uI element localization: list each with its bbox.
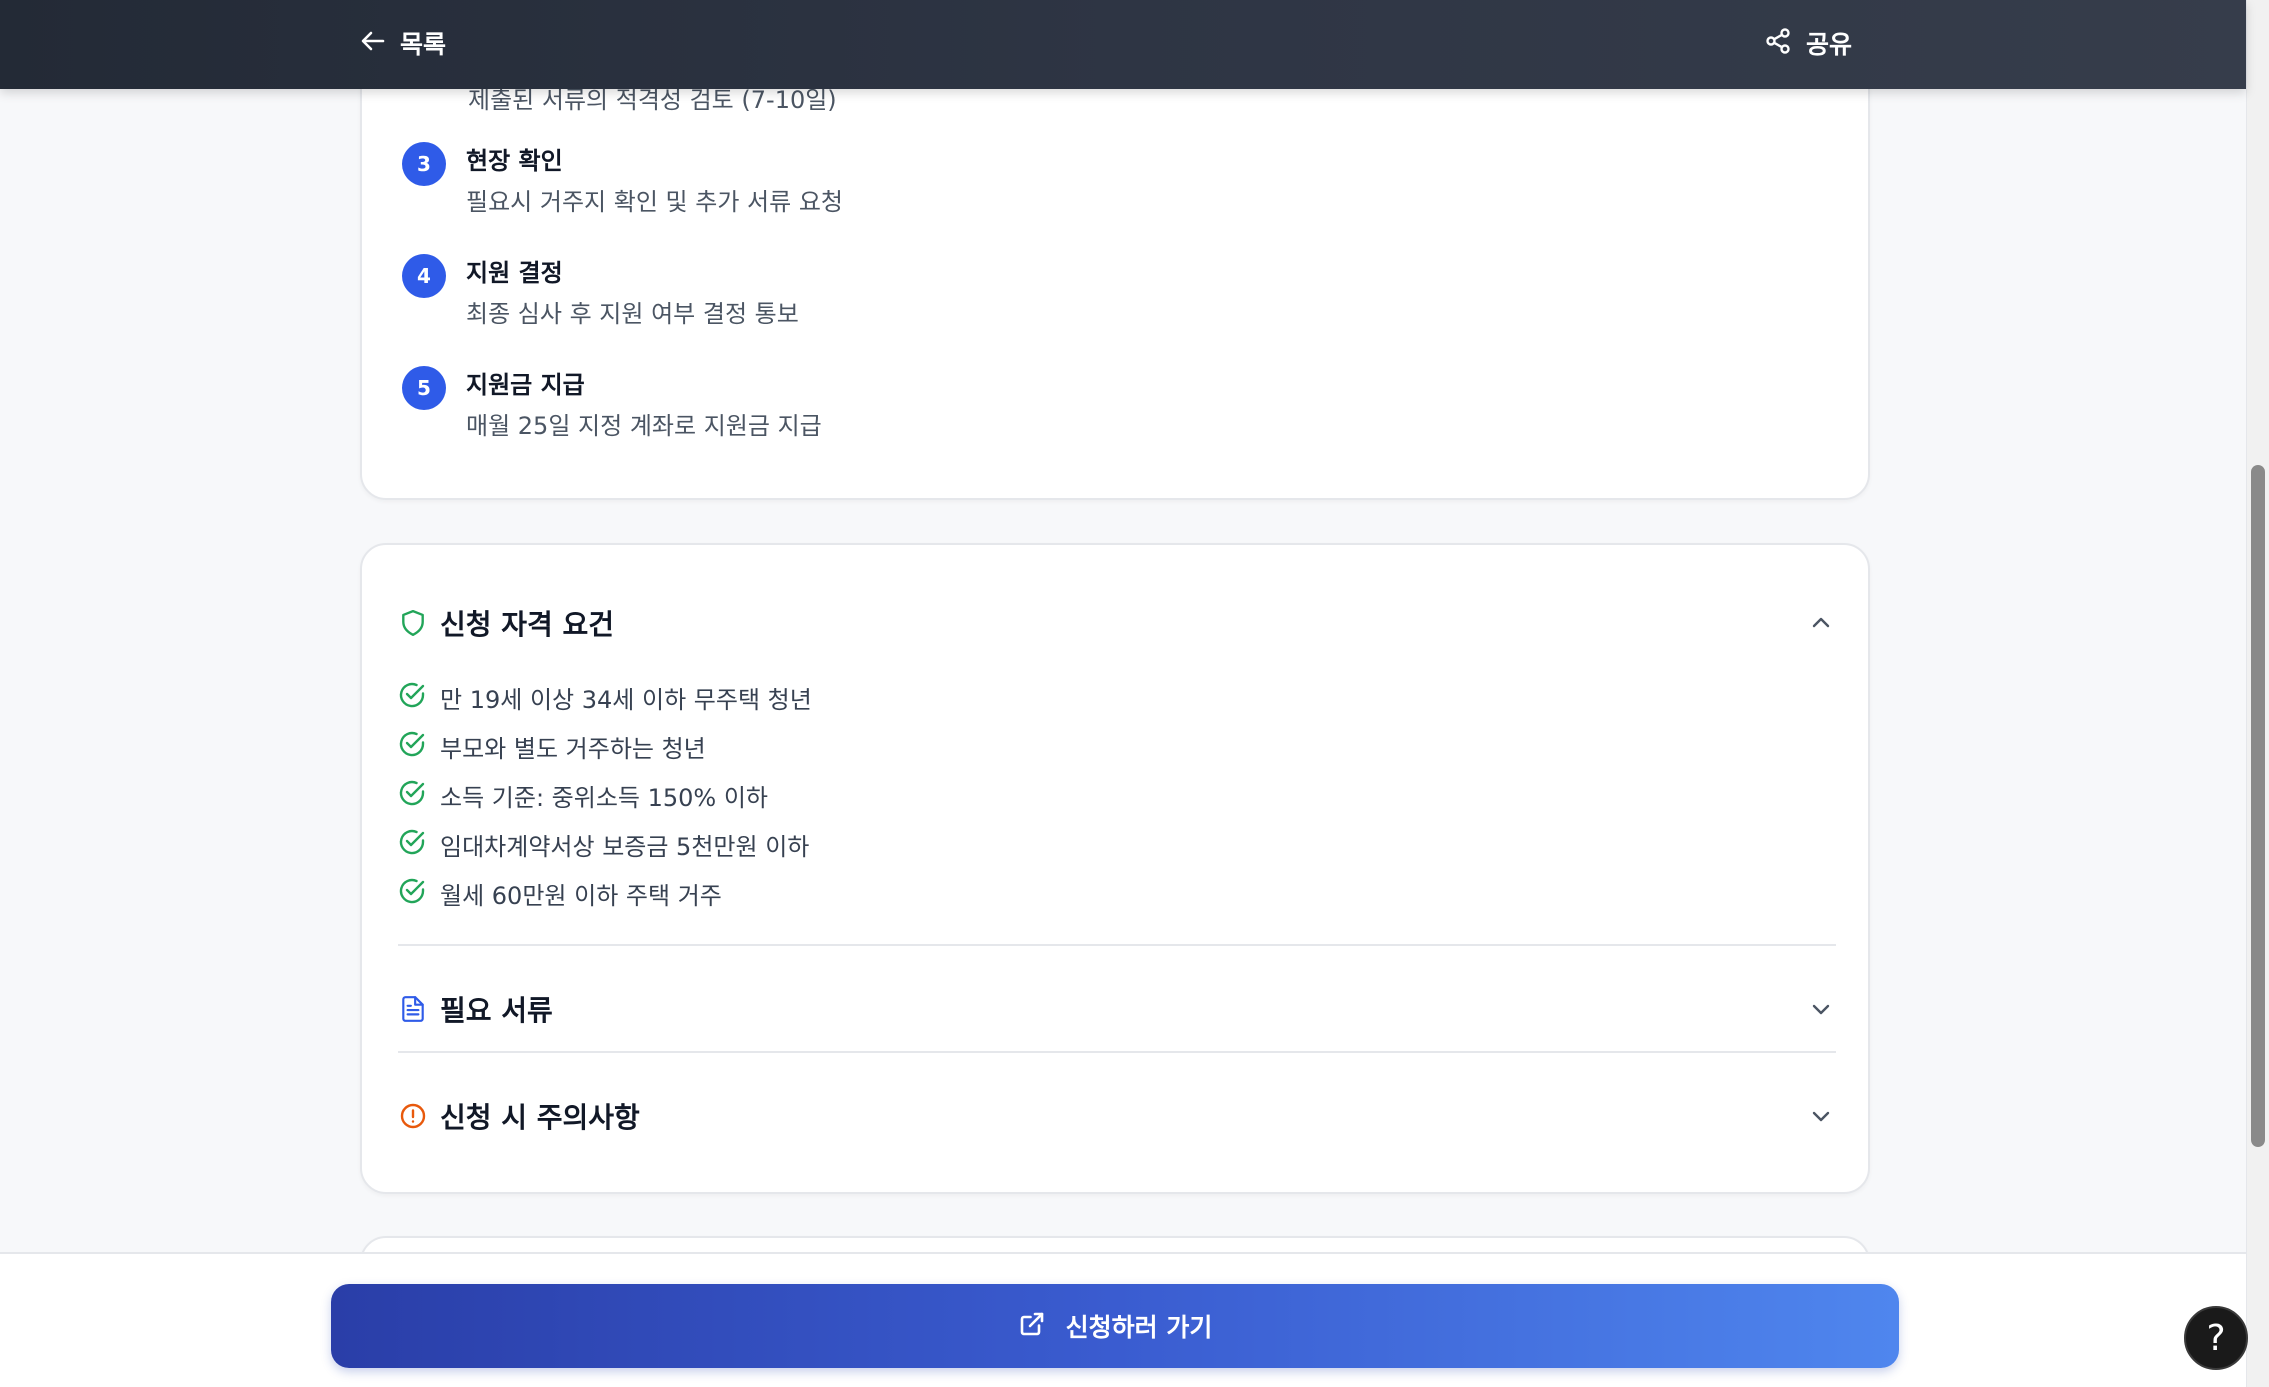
- scrollbar[interactable]: [2246, 0, 2269, 1387]
- list-item: 월세 60만원 이하 주택 거주: [398, 869, 1798, 918]
- check-circle-icon: [398, 877, 426, 911]
- shield-icon: [398, 608, 428, 638]
- eligibility-section-title: 신청 자격 요건: [440, 608, 615, 641]
- share-button[interactable]: 공유: [1764, 20, 1852, 66]
- step-item: 3 현장 확인 필요시 거주지 확인 및 추가 서류 요청: [402, 142, 1802, 232]
- arrow-left-icon: [360, 30, 386, 56]
- cautions-section-title: 신청 시 주의사항: [440, 1101, 640, 1134]
- step-title: 지원 결정: [466, 259, 563, 287]
- eligibility-item-text: 만 19세 이상 34세 이하 무주택 청년: [440, 686, 812, 714]
- eligibility-list: 만 19세 이상 34세 이하 무주택 청년 부모와 별도 거주하는 청년 소득…: [398, 673, 1798, 918]
- chevron-up-icon[interactable]: [1806, 608, 1836, 638]
- step-title: 지원금 지급: [466, 371, 585, 399]
- documents-section-title: 필요 서류: [440, 994, 553, 1027]
- info-accordion-card: 신청 자격 요건 만 19세 이상 34세 이하 무주택 청년 부모와 별도 거…: [360, 543, 1870, 1194]
- apply-button[interactable]: 신청하러 가기: [331, 1284, 1899, 1368]
- bottom-action-bar: 신청하러 가기: [0, 1252, 2246, 1387]
- step-description: 필요시 거주지 확인 및 추가 서류 요청: [466, 188, 843, 216]
- step-description: 매월 25일 지정 계좌로 지원금 지급: [466, 412, 822, 440]
- list-item: 만 19세 이상 34세 이하 무주택 청년: [398, 673, 1798, 722]
- help-button[interactable]: ?: [2184, 1306, 2248, 1370]
- check-circle-icon: [398, 681, 426, 715]
- share-label: 공유: [1806, 30, 1853, 59]
- apply-label: 신청하러 가기: [1065, 1313, 1213, 1342]
- scrollbar-thumb[interactable]: [2251, 465, 2265, 1147]
- step-item: 4 지원 결정 최종 심사 후 지원 여부 결정 통보: [402, 254, 1802, 344]
- step-title: 현장 확인: [466, 147, 563, 175]
- step-number-badge: 3: [402, 142, 446, 186]
- eligibility-item-text: 임대차계약서상 보증금 5천만원 이하: [440, 833, 810, 861]
- eligibility-item-text: 소득 기준: 중위소득 150% 이하: [440, 784, 769, 812]
- scroll-area[interactable]: 제출된 서류의 적격성 검토 (7-10일) 3 현장 확인 필요시 거주지 확…: [0, 0, 2246, 1387]
- share-icon: [1764, 27, 1792, 59]
- chevron-down-icon[interactable]: [1806, 994, 1836, 1024]
- section-divider: [398, 944, 1836, 946]
- step-description: 최종 심사 후 지원 여부 결정 통보: [466, 300, 799, 328]
- documents-section-header[interactable]: 필요 서류: [398, 979, 1836, 1039]
- back-label: 목록: [400, 30, 447, 59]
- chevron-down-icon[interactable]: [1806, 1101, 1836, 1131]
- cautions-section-header[interactable]: 신청 시 주의사항: [398, 1086, 1836, 1146]
- external-link-icon: [1018, 1310, 1046, 1342]
- list-item: 소득 기준: 중위소득 150% 이하: [398, 771, 1798, 820]
- check-circle-icon: [398, 779, 426, 813]
- eligibility-item-text: 월세 60만원 이하 주택 거주: [440, 882, 722, 910]
- check-circle-icon: [398, 730, 426, 764]
- document-icon: [398, 994, 428, 1024]
- step-item: 5 지원금 지급 매월 25일 지정 계좌로 지원금 지급: [402, 366, 1802, 456]
- step-number-badge: 4: [402, 254, 446, 298]
- list-item: 부모와 별도 거주하는 청년: [398, 722, 1798, 771]
- check-circle-icon: [398, 828, 426, 862]
- eligibility-section-header[interactable]: 신청 자격 요건: [398, 593, 1836, 653]
- section-divider: [398, 1051, 1836, 1053]
- list-item: 임대차계약서상 보증금 5천만원 이하: [398, 820, 1798, 869]
- step-number-badge: 5: [402, 366, 446, 410]
- alert-circle-icon: [398, 1101, 428, 1131]
- back-to-list-button[interactable]: 목록: [360, 20, 446, 66]
- eligibility-item-text: 부모와 별도 거주하는 청년: [440, 735, 706, 763]
- top-header: 목록 공유: [0, 0, 2246, 89]
